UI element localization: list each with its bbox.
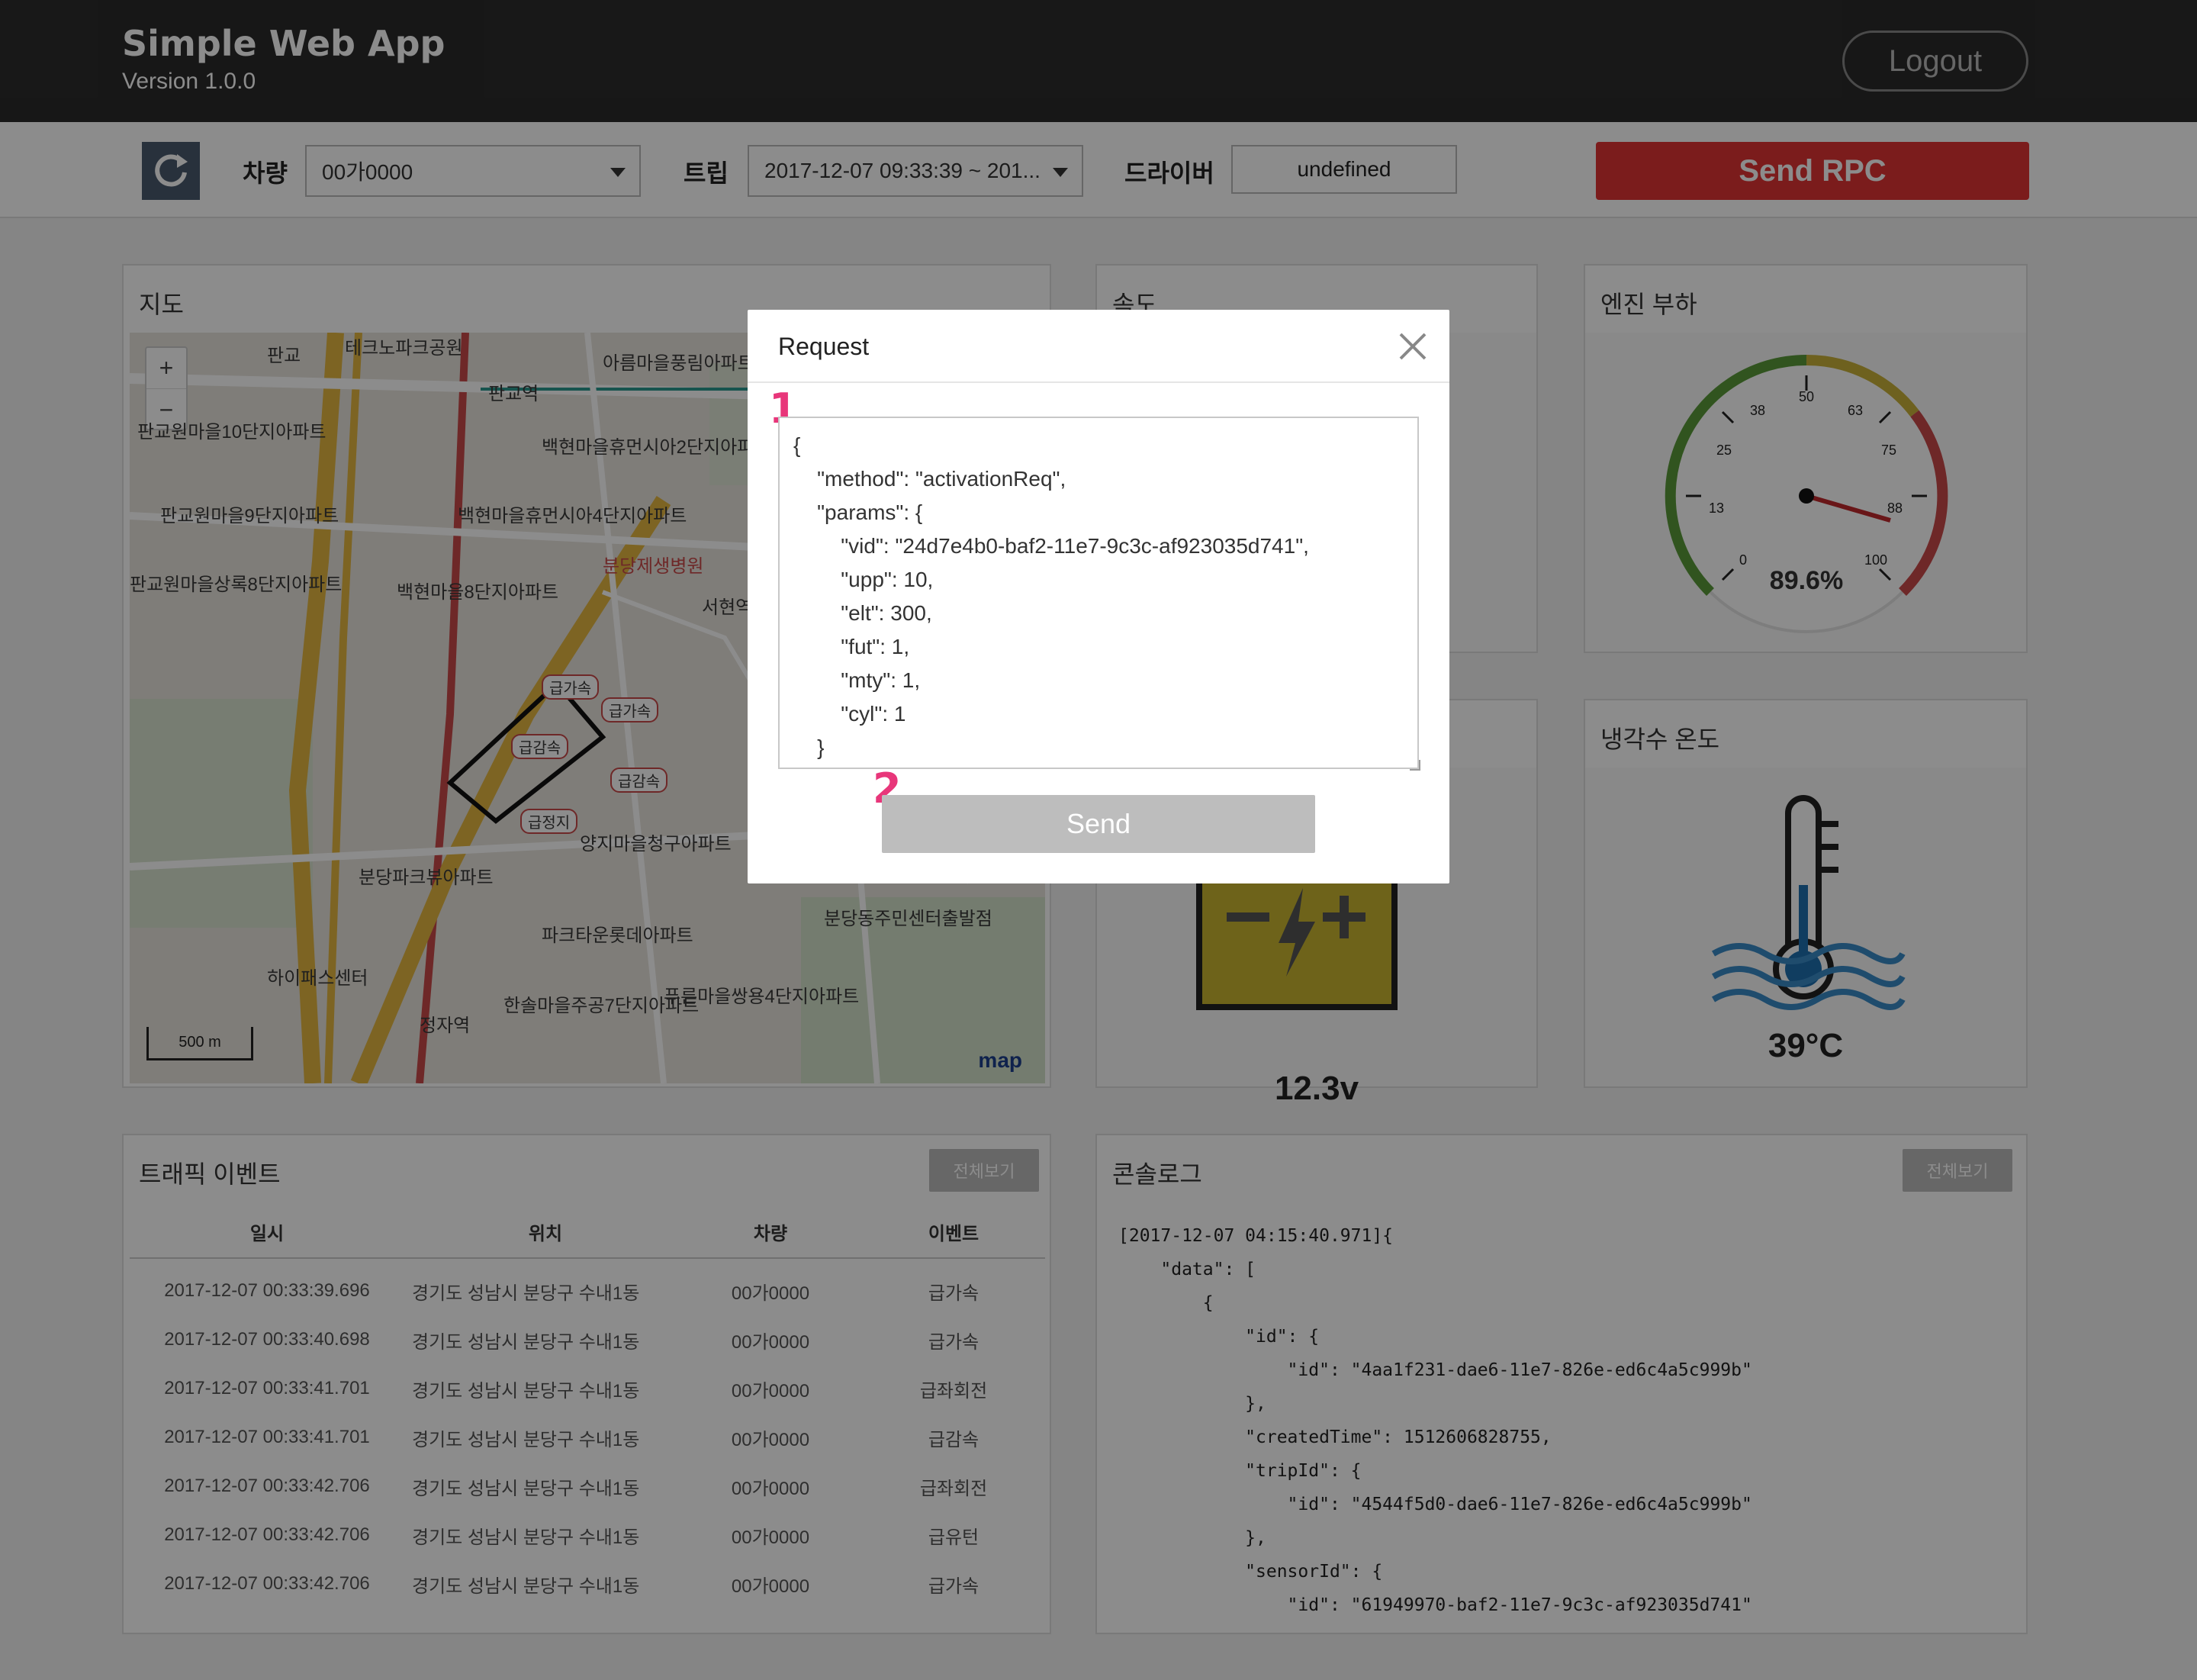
send-button[interactable]: Send <box>882 795 1315 853</box>
request-json-textarea[interactable]: { "method": "activationReq", "params": {… <box>778 417 1419 769</box>
close-button[interactable] <box>1391 325 1434 368</box>
modal-divider <box>748 381 1449 383</box>
close-icon <box>1399 333 1427 360</box>
modal-title: Request <box>778 333 870 360</box>
request-modal: Request 1 { "method": "activationReq", "… <box>748 310 1449 883</box>
resize-handle-icon[interactable] <box>1410 760 1420 771</box>
